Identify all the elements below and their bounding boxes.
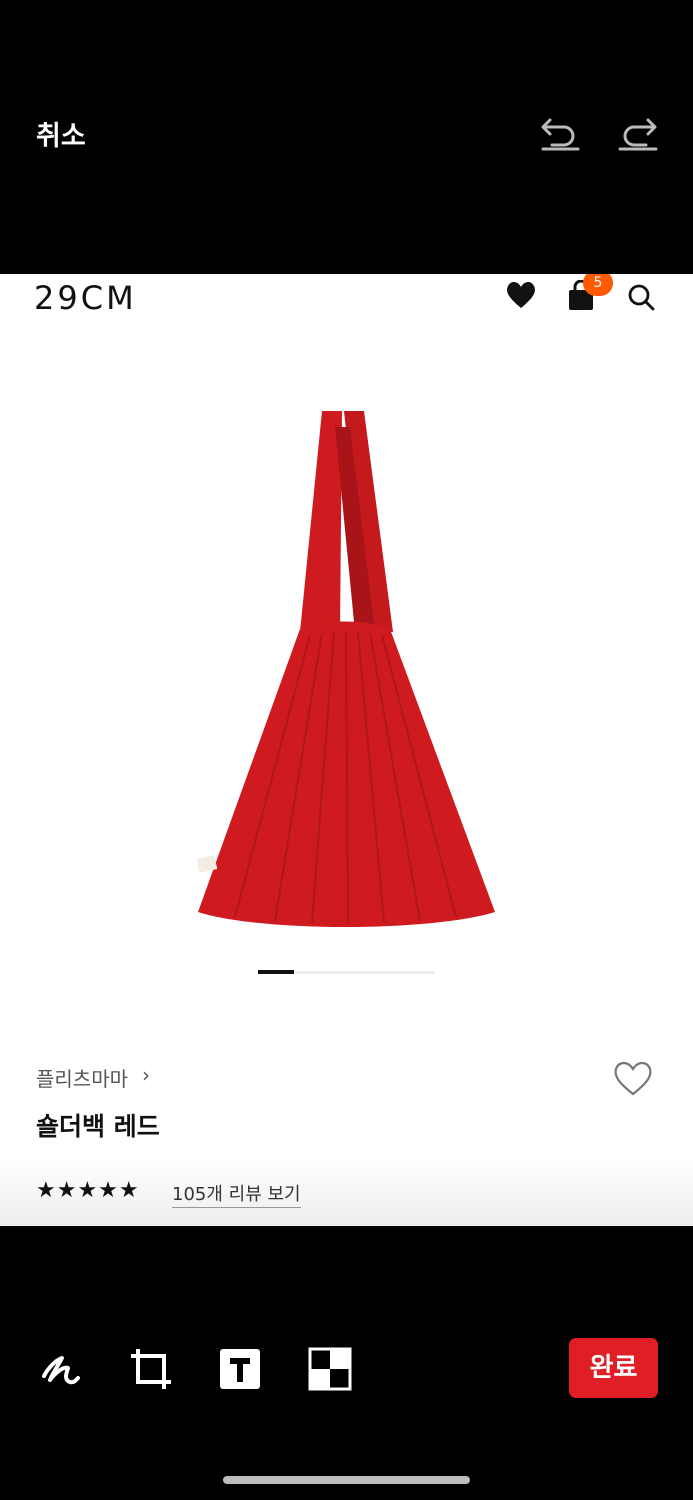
cart-count-badge: 5 [583, 274, 613, 296]
done-button[interactable]: 완료 [569, 1338, 658, 1398]
brand-link[interactable]: 플리츠마마 [36, 1063, 128, 1092]
text-icon[interactable] [217, 1346, 263, 1392]
review-link[interactable]: 105개 리뷰 보기 [172, 1180, 301, 1208]
home-indicator [223, 1476, 470, 1484]
product-image[interactable] [190, 407, 505, 932]
wishlist-heart-icon[interactable] [611, 1058, 655, 1098]
rating-stars: ★★★★★ [36, 1178, 140, 1203]
pen-icon[interactable] [38, 1346, 84, 1392]
chevron-right-icon: › [142, 1063, 150, 1087]
heart-icon[interactable] [505, 280, 537, 310]
site-logo[interactable]: 29CM [34, 279, 137, 317]
undo-icon[interactable] [538, 112, 582, 156]
cancel-button[interactable]: 취소 [36, 114, 86, 153]
product-title: 숄더백 레드 [36, 1112, 160, 1141]
edited-screenshot: 29CM 5 플리츠마마 › 숄더백 레드 ★★★★★ 105개 리뷰 보기 [0, 274, 693, 1226]
mosaic-icon[interactable] [307, 1346, 353, 1392]
redo-icon[interactable] [616, 112, 660, 156]
search-icon[interactable] [626, 282, 656, 312]
editor-top-bar: 취소 [0, 0, 693, 274]
crop-icon[interactable] [128, 1346, 174, 1392]
carousel-indicator-active [258, 970, 294, 974]
